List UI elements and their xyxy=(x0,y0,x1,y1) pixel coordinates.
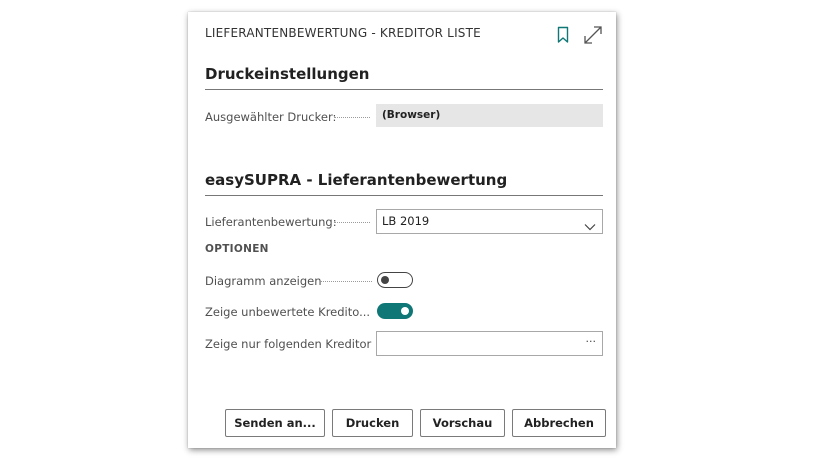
show-chart-toggle[interactable] xyxy=(377,272,413,288)
lookup-more-icon[interactable]: ··· xyxy=(586,335,597,348)
show-chart-label: Diagramm anzeigen xyxy=(205,274,322,288)
only-creditor-input[interactable]: ··· xyxy=(376,331,603,356)
toggle-knob xyxy=(381,275,389,284)
send-to-button[interactable]: Senden an... xyxy=(225,409,325,437)
printer-field[interactable]: (Browser) xyxy=(376,104,603,127)
only-creditor-label: Zeige nur folgenden Kreditor xyxy=(205,337,372,351)
toggle-knob xyxy=(401,306,409,315)
options-heading: OPTIONEN xyxy=(205,243,269,255)
cancel-button[interactable]: Abbrechen xyxy=(512,409,606,437)
easysupra-heading: easySUPRA - Lieferantenbewertung xyxy=(205,171,603,196)
print-button[interactable]: Drucken xyxy=(332,409,413,437)
rating-label: Lieferantenbewertung: xyxy=(205,215,337,229)
show-chart-dots xyxy=(320,281,372,283)
dialog-title: LIEFERANTENBEWERTUNG - KREDITOR LISTE xyxy=(205,26,481,40)
printer-label: Ausgewählter Drucker: xyxy=(205,110,337,124)
bookmark-icon[interactable] xyxy=(556,26,570,44)
rating-dots xyxy=(334,222,370,224)
show-unrated-toggle[interactable] xyxy=(377,303,413,319)
show-unrated-label: Zeige unbewertete Kredito... xyxy=(205,305,371,319)
print-settings-heading: Druckeinstellungen xyxy=(205,65,603,90)
rating-select-value: LB 2019 xyxy=(382,214,430,228)
rating-select[interactable]: LB 2019 xyxy=(376,209,603,234)
preview-button[interactable]: Vorschau xyxy=(420,409,505,437)
request-page-dialog: LIEFERANTENBEWERTUNG - KREDITOR LISTE Dr… xyxy=(188,12,616,448)
expand-icon[interactable] xyxy=(582,24,604,46)
chevron-down-icon xyxy=(584,217,596,231)
printer-dots xyxy=(334,117,370,119)
